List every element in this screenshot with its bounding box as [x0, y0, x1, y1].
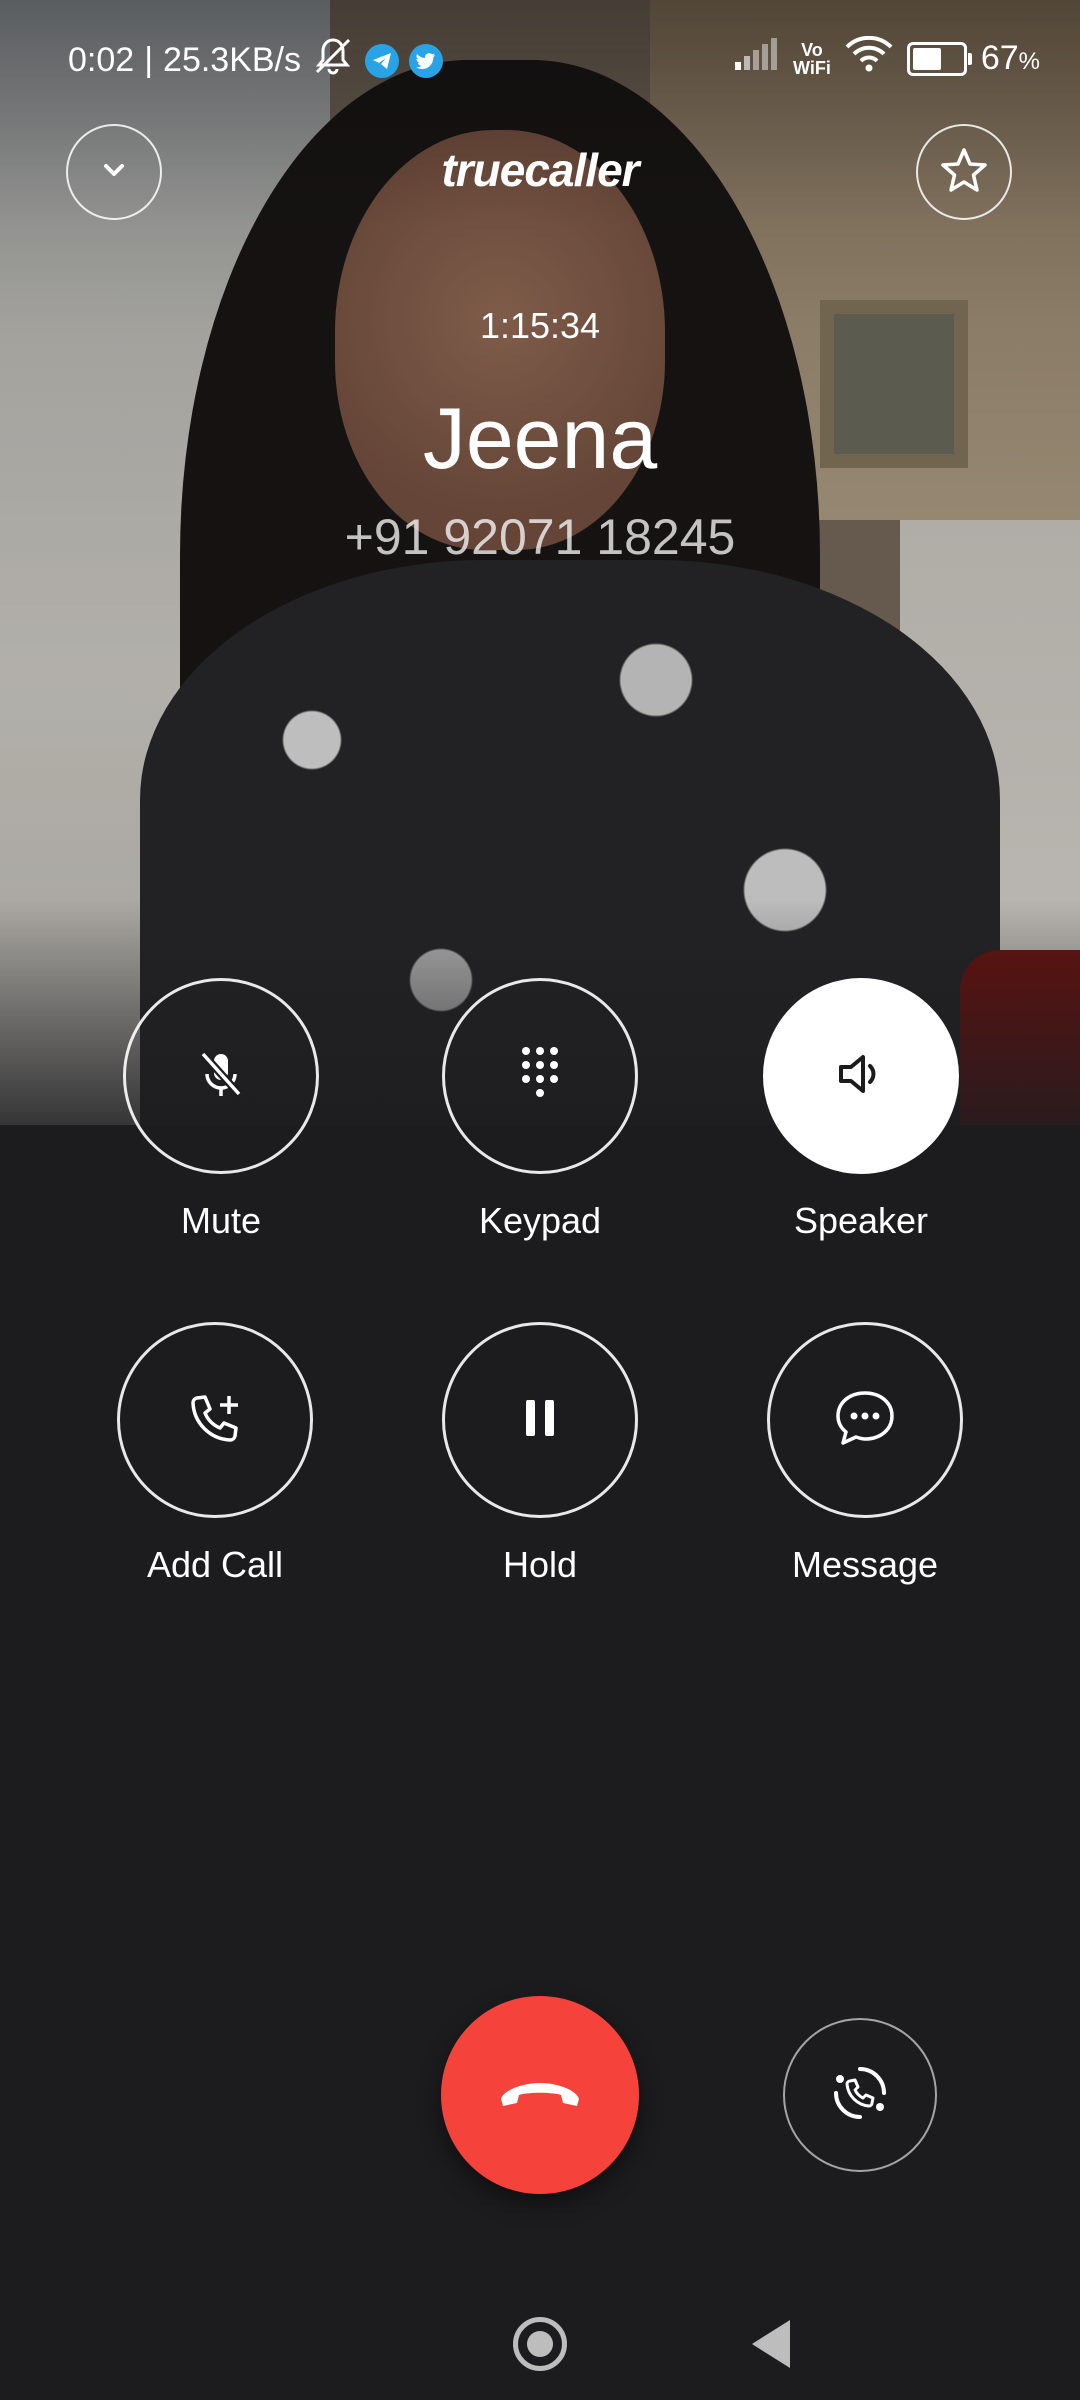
signal-icon — [733, 38, 779, 79]
swap-call-button[interactable] — [783, 2018, 937, 2172]
add-call-button[interactable]: Add Call — [95, 1322, 335, 1586]
caller-name: Jeena — [422, 391, 658, 487]
silent-bell-icon — [311, 36, 355, 85]
keypad-label: Keypad — [478, 1200, 602, 1241]
mic-off-icon — [191, 1044, 251, 1109]
add-call-label: Add Call — [146, 1544, 284, 1585]
home-icon[interactable] — [513, 2317, 567, 2371]
keypad-icon — [515, 1043, 565, 1110]
mute-label: Mute — [180, 1200, 262, 1241]
back-icon[interactable] — [752, 2320, 790, 2368]
message-button[interactable]: Message — [745, 1322, 985, 1586]
vowifi-icon: Vo WiFi — [793, 39, 831, 78]
end-call-button[interactable] — [441, 1996, 639, 2194]
keypad-button[interactable]: Keypad — [420, 978, 660, 1242]
network-speed: 25.3KB/s — [163, 41, 302, 79]
end-call-icon — [495, 2073, 585, 2118]
message-label: Message — [791, 1544, 939, 1585]
caller-number: +91 92071 18245 — [344, 509, 736, 565]
navigation-bar — [0, 2290, 1080, 2400]
message-icon — [832, 1387, 898, 1454]
status-separator: | — [144, 41, 154, 79]
status-bar: 0:02 | 25.3KB/s Vo WiFi 67% — [0, 0, 1080, 118]
speaker-button[interactable]: Speaker — [741, 978, 981, 1242]
battery-icon — [906, 41, 972, 76]
add-call-icon — [185, 1388, 245, 1453]
speaker-label: Speaker — [793, 1200, 929, 1241]
call-duration: 1:15:34 — [479, 305, 601, 346]
speaker-icon — [833, 1046, 889, 1107]
mute-button[interactable]: Mute — [101, 978, 341, 1242]
favorite-button[interactable] — [916, 124, 1012, 220]
battery-percent: 67% — [980, 39, 1040, 77]
swap-call-icon — [828, 2061, 892, 2130]
status-time: 0:02 — [68, 41, 135, 79]
telegram-icon — [365, 43, 400, 78]
pause-icon — [520, 1396, 560, 1445]
hold-button[interactable]: Hold — [420, 1322, 660, 1586]
hold-label: Hold — [502, 1544, 578, 1585]
star-icon — [939, 145, 989, 200]
twitter-icon — [409, 43, 444, 78]
wifi-icon — [845, 35, 893, 81]
